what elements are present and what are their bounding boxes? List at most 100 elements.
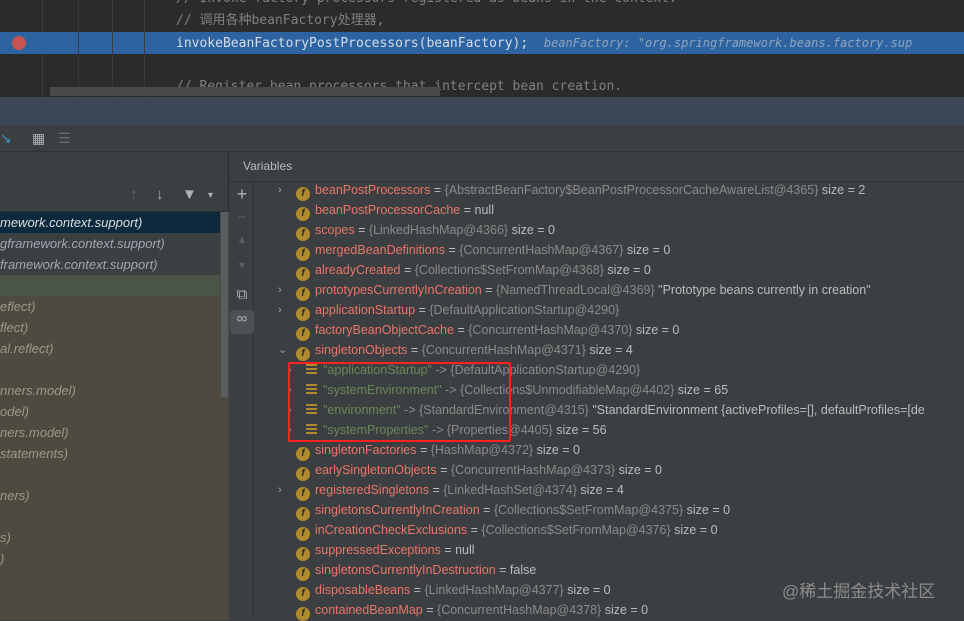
stack-frame[interactable]: nners.model) (0, 380, 220, 401)
breakpoint-icon[interactable] (12, 36, 26, 50)
trace-stream-icon[interactable]: ☰ (58, 130, 71, 147)
equals-sign: = (444, 543, 452, 557)
value-type: {DefaultApplicationStartup@4290} (429, 303, 620, 317)
stack-frame[interactable]: gframework.context.support) (0, 233, 220, 254)
equals-sign: = (403, 263, 412, 277)
value-detail: size = 4 (580, 483, 624, 497)
stack-frame[interactable] (0, 464, 220, 485)
arrow-down-icon[interactable]: ↓ (156, 186, 164, 203)
stack-frame[interactable] (0, 275, 220, 296)
stack-frame[interactable]: ners) (0, 485, 220, 506)
duplicate-watch-icon[interactable]: ⧉ (230, 286, 254, 303)
stack-frame[interactable] (0, 359, 220, 380)
variable-row[interactable]: f singletonFactories = {HashMap@4372} siz… (255, 440, 964, 461)
variable-row[interactable]: f earlySingletonObjects = {ConcurrentHash… (255, 460, 964, 481)
remove-watch-icon[interactable]: − (230, 209, 254, 226)
chevron-right-icon[interactable]: › (278, 280, 290, 300)
stack-frame[interactable] (0, 506, 220, 527)
field-icon: f (296, 587, 310, 601)
field-name: alreadyCreated (315, 263, 401, 277)
move-up-icon[interactable]: ▲ (230, 234, 254, 246)
field-icon: f (296, 467, 310, 481)
code-line-current: invokeBeanFactoryPostProcessors(beanFact… (176, 32, 912, 54)
inline-value-hint: beanFactory: "org.springframework.beans.… (543, 36, 913, 50)
frames-toolbar: ↑ ↓ ▼ ▾ (0, 182, 228, 212)
debug-tab-bar (0, 97, 964, 125)
code-text: invokeBeanFactoryPostProcessors(beanFact… (176, 36, 529, 51)
field-name: suppressedExceptions (315, 543, 441, 557)
field-name: containedBeanMap (315, 603, 423, 617)
code-editor[interactable]: // Invoke factory processors registered … (0, 0, 964, 97)
value-type: {HashMap@4372} (430, 443, 534, 457)
field-name: registeredSingletons (315, 483, 429, 497)
equals-sign: = (440, 463, 448, 477)
stack-frame[interactable]: s) (0, 527, 220, 548)
variable-row[interactable]: › f applicationStartup = {DefaultApplicati… (255, 300, 964, 321)
variable-row[interactable]: f beanPostProcessorCache = null (255, 200, 964, 221)
variable-row[interactable]: f scopes = {LinkedHashMap@4366} size = 0 (255, 220, 964, 241)
field-icon: f (296, 327, 310, 341)
value-type: {Collections$SetFromMap@4368} (414, 263, 604, 277)
horizontal-scrollbar[interactable] (50, 87, 440, 96)
variable-row[interactable]: f alreadyCreated = {Collections$SetFromMa… (255, 260, 964, 281)
debug-toolbar: ↘ ▦ ☰ (0, 125, 964, 152)
gutter-divider (78, 0, 79, 97)
chevron-right-icon[interactable]: › (278, 180, 290, 200)
field-name: inCreationCheckExclusions (315, 523, 468, 537)
move-down-icon[interactable]: ▼ (230, 260, 254, 272)
evaluate-expression-icon[interactable]: ▦ (32, 130, 45, 147)
variable-row[interactable]: f suppressedExceptions = null (255, 540, 964, 561)
arrow-up-icon[interactable]: ↑ (130, 186, 138, 203)
value-detail: size = 0 (674, 523, 718, 537)
equals-sign: = (448, 243, 456, 257)
value-detail: size = 65 (677, 383, 729, 397)
frames-scrollbar[interactable] (221, 212, 228, 397)
field-icon: f (296, 347, 310, 361)
variable-row[interactable]: f factoryBeanObjectCache = {ConcurrentHas… (255, 320, 964, 341)
equals-sign: = (410, 343, 419, 357)
equals-sign: = (433, 183, 442, 197)
stack-frame[interactable]: flect) (0, 317, 220, 338)
variable-row[interactable]: › f prototypesCurrentlyInCreation = {Named… (255, 280, 964, 301)
stack-frame[interactable]: eflect) (0, 296, 220, 317)
field-icon: f (296, 287, 310, 301)
equals-sign: = (457, 323, 465, 337)
stack-frame[interactable]: al.reflect) (0, 338, 220, 359)
stack-frame[interactable]: ) (0, 548, 220, 569)
value-type: {ConcurrentHashMap@4373} (450, 463, 616, 477)
variable-row[interactable]: f mergedBeanDefinitions = {ConcurrentHash… (255, 240, 964, 261)
chevron-right-icon[interactable]: › (278, 480, 290, 500)
variable-row[interactable]: › f registeredSingletons = {LinkedHashSet@… (255, 480, 964, 501)
value-detail: size = 0 (536, 443, 580, 457)
watermark: @稀土掘金技术社区 (782, 582, 936, 601)
field-name: singletonsCurrentlyInDestruction (315, 563, 496, 577)
value-detail: "StandardEnvironment {activeProfiles=[],… (592, 403, 925, 417)
show-watches-icon[interactable]: ∞ (230, 310, 254, 334)
value-detail: size = 0 (618, 463, 662, 477)
stack-frame[interactable]: odel) (0, 401, 220, 422)
chevron-down-icon[interactable]: ⌄ (278, 340, 290, 360)
dropdown-icon[interactable]: ▾ (208, 190, 213, 201)
stack-frame[interactable]: framework.context.support) (0, 254, 220, 275)
field-name: singletonFactories (315, 443, 417, 457)
field-icon: f (296, 447, 310, 461)
stack-frame[interactable]: ners.model) (0, 422, 220, 443)
field-icon: f (296, 247, 310, 261)
add-watch-icon[interactable]: + (230, 184, 254, 205)
run-to-cursor-icon[interactable]: ↘ (0, 130, 12, 147)
variable-row[interactable]: ⌄ f singletonObjects = {ConcurrentHashMap@… (255, 340, 964, 361)
filter-icon[interactable]: ▼ (182, 186, 197, 203)
chevron-right-icon[interactable]: › (278, 300, 290, 320)
stack-frame[interactable]: statements) (0, 443, 220, 464)
equals-sign: = (483, 503, 491, 517)
equals-sign: = (426, 603, 434, 617)
value-detail: size = 0 (686, 503, 731, 517)
stack-frame[interactable]: mework.context.support) (0, 212, 220, 233)
field-icon: f (296, 227, 310, 241)
variable-row[interactable]: f inCreationCheckExclusions = {Collection… (255, 520, 964, 541)
value-type: {Collections$SetFromMap@4376} (481, 523, 671, 537)
variable-row[interactable]: f containedBeanMap = {ConcurrentHashMap@4… (255, 600, 964, 621)
variables-toolbar: + − ▲ ▼ ⧉ ∞ (230, 182, 254, 620)
variable-row[interactable]: › f beanPostProcessors = {AbstractBeanFact… (255, 180, 964, 201)
variable-row[interactable]: f singletonsCurrentlyInCreation = {Collec… (255, 500, 964, 521)
